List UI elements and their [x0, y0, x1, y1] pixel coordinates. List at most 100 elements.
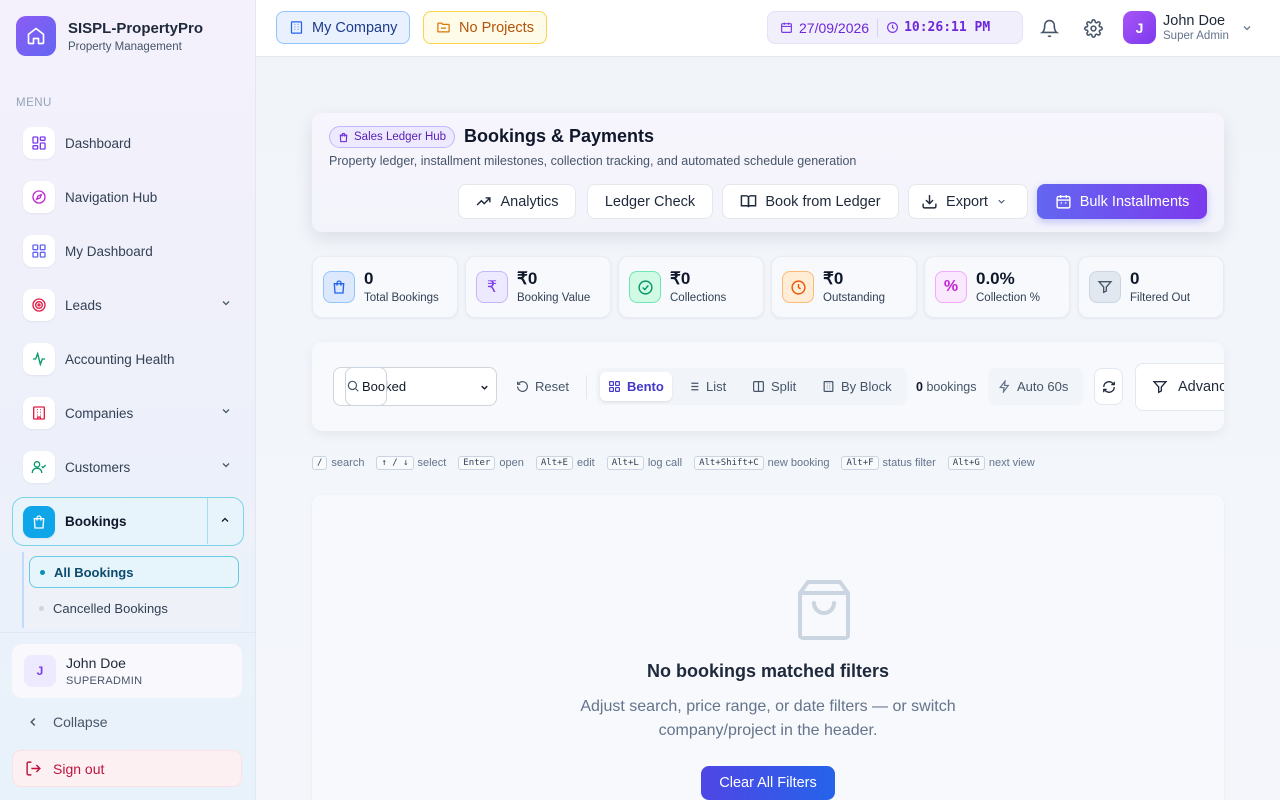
shortcut-label: status filter [882, 457, 936, 469]
submenu-item-all-bookings[interactable]: All Bookings [29, 556, 239, 588]
button-label: Ledger Check [604, 193, 696, 210]
shortcut-label: open [499, 457, 524, 469]
shortcut-item: Alt+G next view [947, 456, 1035, 470]
sidebar-item-dashboard[interactable]: Dashboard [12, 120, 244, 166]
log-out-icon [25, 760, 42, 777]
sidebar-item-accounting-health[interactable]: Accounting Health [12, 336, 244, 382]
advanced-filters-button[interactable]: Advanc [1135, 363, 1224, 411]
sign-out-button[interactable]: Sign out [12, 750, 242, 787]
menu-label: MENU [16, 97, 52, 109]
sidebar-item-customers[interactable]: Customers [12, 444, 244, 490]
refresh-button[interactable] [1094, 368, 1123, 405]
brand-subtitle: Property Management [68, 40, 182, 53]
auto-refresh-toggle[interactable]: Auto 60s [988, 368, 1083, 405]
chevron-left-icon [26, 715, 40, 729]
view-label: By Block [841, 379, 892, 394]
collapse-button[interactable]: Collapse [26, 714, 107, 730]
keyboard-shortcuts-hint: / search ↑ / ↓ select Enter open Alt+E edit … [312, 456, 1047, 470]
sidebar-item-bookings[interactable]: Bookings [12, 497, 244, 546]
sidebar: SISPL-PropertyPro Property Management ME… [0, 0, 256, 800]
activity-icon [23, 343, 55, 375]
gear-icon[interactable] [1081, 16, 1105, 40]
submenu-item-cancelled-bookings[interactable]: Cancelled Bookings [29, 592, 239, 624]
bell-icon[interactable] [1037, 16, 1061, 40]
divider [877, 18, 879, 37]
list-icon [687, 380, 706, 393]
sidebar-item-companies[interactable]: Companies [12, 390, 244, 436]
chevron-down-icon[interactable] [220, 405, 232, 417]
chevron-down-icon [479, 382, 490, 393]
view-by-block-button[interactable]: By Block [814, 372, 900, 401]
sidebar-user-card[interactable]: J John Doe SUPERADMIN [12, 644, 242, 698]
current-date: 27/09/2026 [799, 19, 870, 36]
export-button[interactable]: Export [908, 184, 1028, 219]
book-open-icon [740, 193, 765, 210]
current-time: 10:26:11 PM [904, 20, 991, 35]
divider [586, 375, 587, 399]
grid-icon [608, 380, 627, 393]
shortcut-key: Alt+G [947, 456, 985, 470]
stat-card-booking-value: ₹ ₹0 Booking Value [465, 256, 611, 318]
download-icon [921, 193, 946, 210]
bulk-installments-button[interactable]: Bulk Installments [1037, 184, 1207, 219]
top-header: My Company No Projects 27/09/2026 10:26:… [256, 0, 1280, 57]
shortcut-label: search [331, 457, 365, 469]
filter-toolbar: Booked Reset Bento List Split By Block 0… [312, 342, 1224, 431]
stat-value: ₹0 [670, 269, 691, 288]
shortcut-item: Enter open [458, 456, 524, 470]
submenu-item-label: All Bookings [54, 564, 134, 580]
home-icon [16, 16, 56, 56]
user-name: John Doe [66, 655, 126, 671]
reset-button[interactable]: Reset [516, 379, 569, 394]
view-list-button[interactable]: List [679, 372, 734, 401]
sidebar-item-my-dashboard[interactable]: My Dashboard [12, 228, 244, 274]
view-label: List [706, 379, 727, 394]
user-menu[interactable]: J John Doe Super Admin [1123, 11, 1253, 44]
empty-state-card: No bookings matched filters Adjust searc… [312, 495, 1224, 800]
brand[interactable]: SISPL-PropertyPro Property Management [16, 16, 203, 56]
status-filter-value: Booked [362, 379, 407, 394]
empty-state-description: Adjust search, price range, or date filt… [580, 698, 956, 739]
shortcut-label: log call [647, 457, 683, 469]
view-label: Split [771, 379, 797, 394]
clear-all-filters-button[interactable]: Clear All Filters [701, 766, 835, 800]
collapse-label: Collapse [53, 714, 108, 730]
shortcut-item: Alt+F status filter [841, 456, 936, 470]
ledger-check-button[interactable]: Ledger Check [587, 184, 713, 219]
view-bento-button[interactable]: Bento [600, 372, 672, 401]
shopping-bag-icon [323, 271, 355, 303]
project-name: No Projects [459, 19, 534, 36]
chevron-down-icon[interactable] [220, 459, 232, 471]
stat-value: ₹0 [517, 269, 538, 288]
reset-label: Reset [535, 379, 569, 394]
shopping-bag-icon [796, 579, 852, 641]
filter-icon [1089, 271, 1121, 303]
analytics-button[interactable]: Analytics [458, 184, 576, 219]
divider [0, 632, 256, 633]
bookings-count-suffix: bookings [926, 380, 977, 394]
button-label: Export [946, 193, 988, 210]
user-role: Super Admin [1163, 30, 1229, 42]
view-split-button[interactable]: Split [744, 372, 804, 401]
rupee-icon: ₹ [476, 271, 508, 303]
chevron-down-icon[interactable] [220, 297, 232, 309]
status-filter-select[interactable]: Booked [333, 367, 497, 406]
stat-label: Filtered Out [1130, 292, 1191, 304]
stat-card-collections: ₹0 Collections [618, 256, 764, 318]
stat-label: Booking Value [517, 292, 591, 304]
date-time-display: 27/09/2026 10:26:11 PM [767, 11, 1023, 44]
sidebar-item-label: Companies [65, 405, 134, 421]
advanced-label: Advanc [1178, 379, 1224, 395]
chevron-down-icon [996, 196, 1015, 207]
project-selector[interactable]: No Projects [423, 11, 547, 44]
sidebar-item-navigation-hub[interactable]: Navigation Hub [12, 174, 244, 220]
stat-value: 0.0% [976, 269, 1015, 288]
sidebar-item-label: Customers [65, 459, 131, 475]
sidebar-item-leads[interactable]: Leads [12, 282, 244, 328]
avatar: J [24, 655, 56, 687]
company-selector[interactable]: My Company [276, 11, 411, 44]
book-from-ledger-button[interactable]: Book from Ledger [722, 184, 899, 219]
chevron-up-icon[interactable] [219, 514, 231, 526]
user-name: John Doe [1163, 13, 1226, 29]
stat-label: Collections [670, 292, 727, 304]
